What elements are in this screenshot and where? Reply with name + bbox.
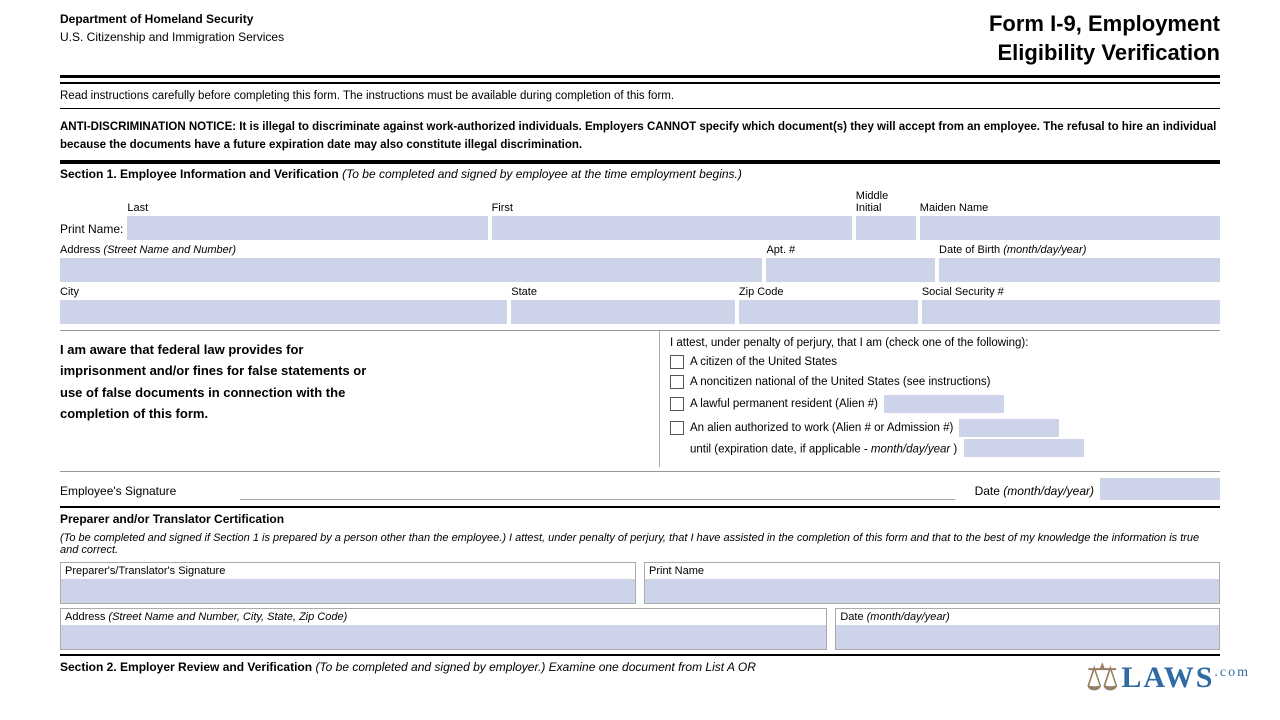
first-label: First — [492, 202, 852, 214]
preparer-date-input[interactable] — [836, 625, 1219, 649]
preparer-address-input[interactable] — [61, 625, 826, 649]
noncitizen-label: A noncitizen national of the United Stat… — [690, 376, 990, 388]
state-field: State — [511, 286, 735, 324]
first-name-field: First — [492, 202, 852, 240]
ssn-label: Social Security # — [922, 286, 1220, 298]
anti-discrimination-notice: ANTI-DISCRIMINATION NOTICE: It is illega… — [60, 113, 1220, 162]
section2-title: Section 2. Employer Review and Verificat… — [60, 660, 312, 674]
preparer-sig-row: Preparer's/Translator's Signature Print … — [60, 562, 1220, 604]
until-row: until (expiration date, if applicable - … — [670, 439, 1220, 457]
signature-row: Employee's Signature Date (month/day/yea… — [60, 471, 1220, 500]
address-street-field: Address (Street Name and Number) — [60, 244, 762, 282]
resident-label: A lawful permanent resident (Alien #) — [690, 398, 878, 410]
dob-field: Date of Birth (month/day/year) — [939, 244, 1220, 282]
preparer-date-label: Date (month/day/year) — [836, 609, 1219, 625]
apt-field: Apt. # — [766, 244, 935, 282]
resident-checkbox-row: A lawful permanent resident (Alien #) — [670, 395, 1220, 413]
maiden-name-field: Maiden Name — [920, 202, 1220, 240]
preparer-print-name-input[interactable] — [645, 579, 1219, 603]
signature-input[interactable] — [240, 476, 955, 500]
alien-auth-row: An alien authorized to work (Alien # or … — [670, 419, 1220, 457]
signature-date-input[interactable] — [1100, 478, 1220, 500]
last-name-input[interactable] — [127, 216, 487, 240]
citizen-label: A citizen of the United States — [690, 356, 837, 368]
city-input[interactable] — [60, 300, 507, 324]
form-title: Form I-9, Employment Eligibility Verific… — [989, 10, 1220, 67]
city-field: City — [60, 286, 507, 324]
resident-checkbox[interactable] — [670, 397, 684, 411]
form-title-line1: Form I-9, Employment — [989, 10, 1220, 39]
apt-label: Apt. # — [766, 244, 935, 256]
name-row: Print Name: Last First Middle Initial Ma… — [60, 190, 1220, 240]
address-label: Address (Street Name and Number) — [60, 244, 762, 256]
watermark-text: LAWS.com — [1121, 661, 1250, 695]
city-label: City — [60, 286, 507, 298]
watermark: ⚖ LAWS.com — [1085, 655, 1250, 700]
city-state-row: City State Zip Code Social Security # — [60, 286, 1220, 324]
alien-number-input[interactable] — [884, 395, 1004, 413]
address-street-input[interactable] — [60, 258, 762, 282]
preparer-date-field: Date (month/day/year) — [835, 608, 1220, 650]
section2-italic: (To be completed and signed by employer.… — [315, 660, 755, 674]
maiden-name-label: Maiden Name — [920, 202, 1220, 214]
section1-header: Section 1. Employee Information and Veri… — [60, 162, 1220, 184]
preparer-print-name-label: Print Name — [645, 563, 1219, 579]
awareness-text: I am aware that federal law provides for… — [60, 339, 649, 425]
attestation-section: I attest, under penalty of perjury, that… — [660, 331, 1220, 467]
zip-label: Zip Code — [739, 286, 918, 298]
form-header: Department of Homeland Security U.S. Cit… — [60, 10, 1220, 67]
preparer-address-field: Address (Street Name and Number, City, S… — [60, 608, 827, 650]
form-title-line2: Eligibility Verification — [989, 39, 1220, 68]
preparer-header: Preparer and/or Translator Certification… — [60, 512, 1220, 556]
awareness-attest-row: I am aware that federal law provides for… — [60, 330, 1220, 467]
dept-sub: U.S. Citizenship and Immigration Service… — [60, 28, 284, 46]
zip-field: Zip Code — [739, 286, 918, 324]
citizen-checkbox[interactable] — [670, 355, 684, 369]
attest-text: I attest, under penalty of perjury, that… — [670, 337, 1220, 349]
noncitizen-checkbox-row: A noncitizen national of the United Stat… — [670, 375, 1220, 389]
date-label: Date (month/day/year) — [975, 484, 1094, 500]
alien-auth-label: An alien authorized to work (Alien # or … — [690, 422, 953, 434]
alien-auth-number-input[interactable] — [959, 419, 1059, 437]
middle-initial-input[interactable] — [856, 216, 916, 240]
middle-initial-field: Middle Initial — [856, 190, 916, 240]
middle-initial-label: Middle Initial — [856, 190, 916, 214]
noncitizen-checkbox[interactable] — [670, 375, 684, 389]
apt-input[interactable] — [766, 258, 935, 282]
section2-header: Section 2. Employer Review and Verificat… — [60, 654, 1220, 674]
awareness-section: I am aware that federal law provides for… — [60, 331, 660, 467]
preparer-sig-label: Preparer's/Translator's Signature — [61, 563, 635, 579]
zip-input[interactable] — [739, 300, 918, 324]
state-label: State — [511, 286, 735, 298]
preparer-print-name-field: Print Name — [644, 562, 1220, 604]
preparer-sig-field: Preparer's/Translator's Signature — [60, 562, 636, 604]
preparer-desc: (To be completed and signed if Section 1… — [60, 532, 1220, 556]
citizen-checkbox-row: A citizen of the United States — [670, 355, 1220, 369]
sig-label: Employee's Signature — [60, 484, 240, 500]
agency-info: Department of Homeland Security U.S. Cit… — [60, 10, 284, 46]
last-name-field: Last — [127, 202, 487, 240]
watermark-icon: ⚖ — [1085, 655, 1119, 700]
expiration-date-input[interactable] — [964, 439, 1084, 457]
preparer-address-row: Address (Street Name and Number, City, S… — [60, 608, 1220, 650]
preparer-section: Preparer and/or Translator Certification… — [60, 506, 1220, 650]
alien-auth-checkbox[interactable] — [670, 421, 684, 435]
alien-auth-checkbox-line: An alien authorized to work (Alien # or … — [670, 419, 1220, 437]
state-input[interactable] — [511, 300, 735, 324]
address-row: Address (Street Name and Number) Apt. # … — [60, 244, 1220, 282]
read-notice: Read instructions carefully before compl… — [60, 82, 1220, 109]
first-name-input[interactable] — [492, 216, 852, 240]
print-name-label: Print Name: — [60, 222, 123, 240]
preparer-address-label: Address (Street Name and Number, City, S… — [61, 609, 826, 625]
last-label: Last — [127, 202, 487, 214]
preparer-sig-input[interactable] — [61, 579, 635, 603]
dept-name: Department of Homeland Security — [60, 10, 284, 28]
ssn-field: Social Security # — [922, 286, 1220, 324]
maiden-name-input[interactable] — [920, 216, 1220, 240]
ssn-input[interactable] — [922, 300, 1220, 324]
dob-label: Date of Birth (month/day/year) — [939, 244, 1220, 256]
dob-input[interactable] — [939, 258, 1220, 282]
